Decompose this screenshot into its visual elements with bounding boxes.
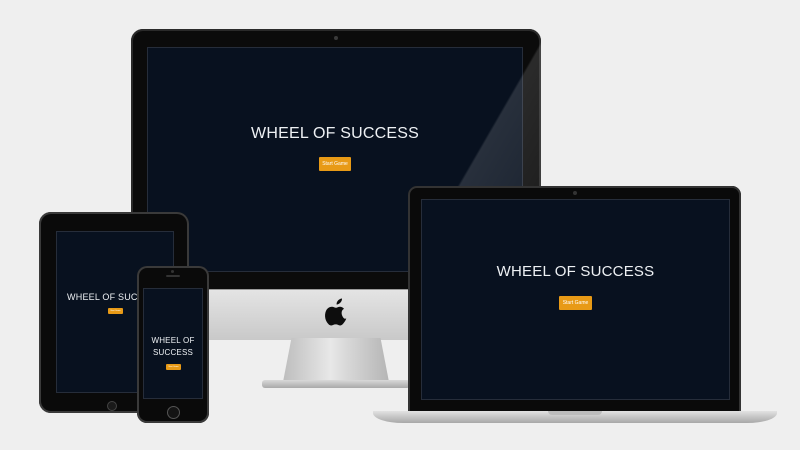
desktop-stand <box>283 338 389 382</box>
phone-home-button[interactable] <box>167 406 180 419</box>
laptop-game-title: WHEEL OF SUCCESS <box>496 263 655 280</box>
laptop-opening-notch <box>548 411 602 415</box>
phone-game-title-line2: SUCCESS <box>152 348 194 357</box>
desktop-start-game-button[interactable]: Start Game <box>319 157 351 171</box>
laptop-screen: WHEEL OF SUCCESS Start Game <box>421 199 730 400</box>
phone-game-title-line1: WHEEL OF <box>151 336 195 345</box>
phone-screen: WHEEL OF SUCCESS Start Game <box>143 288 203 399</box>
laptop-camera-dot <box>573 191 577 195</box>
phone-start-game-button[interactable]: Start Game <box>166 364 181 370</box>
phone-speaker <box>166 275 180 277</box>
phone-camera-dot <box>171 270 174 273</box>
desktop-stand-base <box>262 380 410 388</box>
tablet-home-button[interactable] <box>107 401 117 411</box>
camera-dot <box>334 36 338 40</box>
laptop-start-game-button[interactable]: Start Game <box>559 296 592 310</box>
tablet-start-game-button[interactable]: Start Game <box>108 308 123 314</box>
apple-logo-icon <box>325 298 347 326</box>
